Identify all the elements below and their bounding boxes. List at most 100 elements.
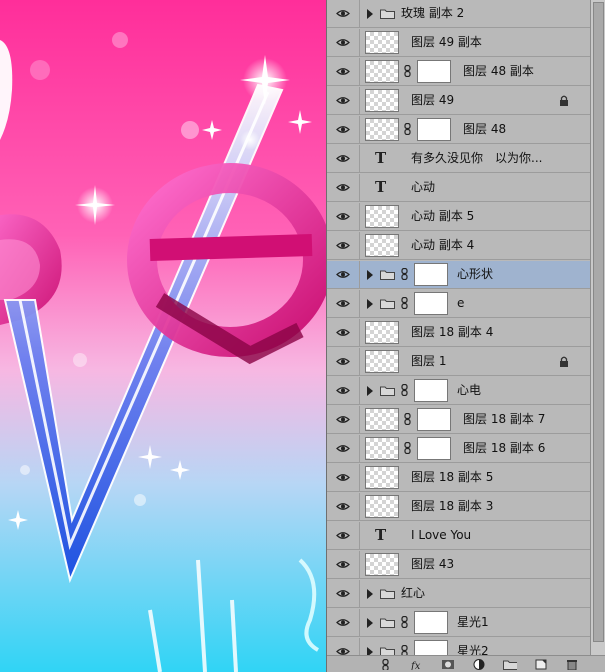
layer-thumbnail[interactable] — [365, 31, 399, 54]
layer-row[interactable]: 图层 48 — [327, 116, 590, 144]
visibility-toggle[interactable] — [327, 87, 360, 115]
layer-thumbnail[interactable] — [365, 205, 399, 228]
layer-row[interactable]: 图层 49 — [327, 87, 590, 115]
visibility-toggle[interactable] — [327, 377, 360, 405]
layer-mask-thumbnail[interactable] — [414, 640, 448, 655]
disclosure-arrow-icon[interactable] — [367, 299, 373, 309]
layer-mask-thumbnail[interactable] — [417, 60, 451, 83]
visibility-toggle[interactable] — [327, 348, 360, 376]
layer-row[interactable]: 红心 — [327, 580, 590, 608]
layer-name[interactable]: 星光2 — [457, 644, 489, 655]
layer-row[interactable]: 图层 43 — [327, 551, 590, 579]
visibility-toggle[interactable] — [327, 319, 360, 347]
layer-thumbnail[interactable] — [365, 118, 399, 141]
layer-row[interactable]: 心形状 — [327, 261, 590, 289]
layer-mask-thumbnail[interactable] — [417, 437, 451, 460]
layer-thumbnail[interactable] — [365, 553, 399, 576]
disclosure-arrow-icon[interactable] — [367, 270, 373, 280]
visibility-toggle[interactable] — [327, 406, 360, 434]
visibility-toggle[interactable] — [327, 609, 360, 637]
layers-scrollbar[interactable] — [590, 0, 605, 655]
layer-thumbnail[interactable] — [365, 466, 399, 489]
visibility-toggle[interactable] — [327, 551, 360, 579]
layer-row[interactable]: 心动 副本 4 — [327, 232, 590, 260]
layer-name[interactable]: 有多久没见你 以为你... — [411, 151, 542, 166]
add-mask-icon[interactable] — [441, 659, 455, 670]
disclosure-arrow-icon[interactable] — [367, 386, 373, 396]
layer-thumbnail[interactable] — [365, 408, 399, 431]
layer-name[interactable]: 图层 49 — [411, 93, 454, 108]
layer-name[interactable]: 图层 18 副本 5 — [411, 470, 493, 485]
visibility-toggle[interactable] — [327, 435, 360, 463]
layer-row[interactable]: 星光2 — [327, 638, 590, 655]
layer-row[interactable]: 图层 49 副本 — [327, 29, 590, 57]
adjustment-layer-icon[interactable] — [472, 659, 486, 670]
layer-thumbnail[interactable] — [365, 89, 399, 112]
layer-name[interactable]: 图层 1 — [411, 354, 446, 369]
layer-mask-thumbnail[interactable] — [417, 408, 451, 431]
visibility-toggle[interactable] — [327, 203, 360, 231]
scrollbar-thumb[interactable] — [593, 2, 604, 642]
visibility-toggle[interactable] — [327, 522, 360, 550]
new-layer-icon[interactable] — [534, 659, 548, 670]
visibility-toggle[interactable] — [327, 493, 360, 521]
layer-name[interactable]: 图层 18 副本 6 — [463, 441, 545, 456]
delete-layer-icon[interactable] — [565, 659, 579, 670]
layer-mask-thumbnail[interactable] — [414, 611, 448, 634]
layer-name[interactable]: 心动 副本 5 — [411, 209, 474, 224]
layer-name[interactable]: 心动 副本 4 — [411, 238, 474, 253]
layer-name[interactable]: I Love You — [411, 528, 471, 543]
visibility-toggle[interactable] — [327, 174, 360, 202]
layer-row[interactable]: T 心动 — [327, 174, 590, 202]
layer-row[interactable]: 图层 18 副本 5 — [327, 464, 590, 492]
visibility-toggle[interactable] — [327, 116, 360, 144]
layer-name[interactable]: 星光1 — [457, 615, 489, 630]
disclosure-arrow-icon[interactable] — [367, 647, 373, 655]
layer-name[interactable]: 图层 18 副本 3 — [411, 499, 493, 514]
visibility-toggle[interactable] — [327, 145, 360, 173]
layer-row[interactable]: 图层 48 副本 — [327, 58, 590, 86]
layer-row[interactable]: e — [327, 290, 590, 318]
layer-mask-thumbnail[interactable] — [417, 118, 451, 141]
fx-icon[interactable]: fx — [410, 659, 424, 670]
layer-name[interactable]: 图层 48 — [463, 122, 506, 137]
layer-thumbnail[interactable] — [365, 437, 399, 460]
disclosure-arrow-icon[interactable] — [367, 589, 373, 599]
layer-name[interactable]: 图层 18 副本 7 — [463, 412, 545, 427]
layer-name[interactable]: 图层 18 副本 4 — [411, 325, 493, 340]
layer-thumbnail[interactable] — [365, 321, 399, 344]
layer-name[interactable]: 红心 — [401, 586, 425, 601]
visibility-toggle[interactable] — [327, 58, 360, 86]
new-group-icon[interactable] — [503, 659, 517, 670]
layer-row[interactable]: 图层 18 副本 7 — [327, 406, 590, 434]
layer-name[interactable]: 图层 43 — [411, 557, 454, 572]
link-layers-icon[interactable] — [379, 659, 393, 670]
layer-name[interactable]: 玫瑰 副本 2 — [401, 6, 464, 21]
layer-thumbnail[interactable] — [365, 495, 399, 518]
layer-mask-thumbnail[interactable] — [414, 292, 448, 315]
visibility-toggle[interactable] — [327, 29, 360, 57]
layer-name[interactable]: 心形状 — [457, 267, 493, 282]
visibility-toggle[interactable] — [327, 232, 360, 260]
layer-row[interactable]: T I Love You — [327, 522, 590, 550]
visibility-toggle[interactable] — [327, 580, 360, 608]
layer-row[interactable]: T 有多久没见你 以为你... — [327, 145, 590, 173]
layer-row[interactable]: 星光1 — [327, 609, 590, 637]
layer-name[interactable]: e — [457, 296, 464, 311]
layer-row[interactable]: 图层 18 副本 3 — [327, 493, 590, 521]
visibility-toggle[interactable] — [327, 0, 360, 28]
visibility-toggle[interactable] — [327, 290, 360, 318]
layer-row[interactable]: 图层 18 副本 6 — [327, 435, 590, 463]
visibility-toggle[interactable] — [327, 261, 360, 289]
layer-row[interactable]: 玫瑰 副本 2 — [327, 0, 590, 28]
layer-row[interactable]: 图层 1 — [327, 348, 590, 376]
layer-row[interactable]: 心动 副本 5 — [327, 203, 590, 231]
layer-thumbnail[interactable] — [365, 234, 399, 257]
layer-name[interactable]: 心电 — [457, 383, 481, 398]
document-canvas[interactable] — [0, 0, 326, 672]
layer-mask-thumbnail[interactable] — [414, 263, 448, 286]
layer-thumbnail[interactable] — [365, 60, 399, 83]
visibility-toggle[interactable] — [327, 464, 360, 492]
disclosure-arrow-icon[interactable] — [367, 618, 373, 628]
layer-name[interactable]: 心动 — [411, 180, 435, 195]
